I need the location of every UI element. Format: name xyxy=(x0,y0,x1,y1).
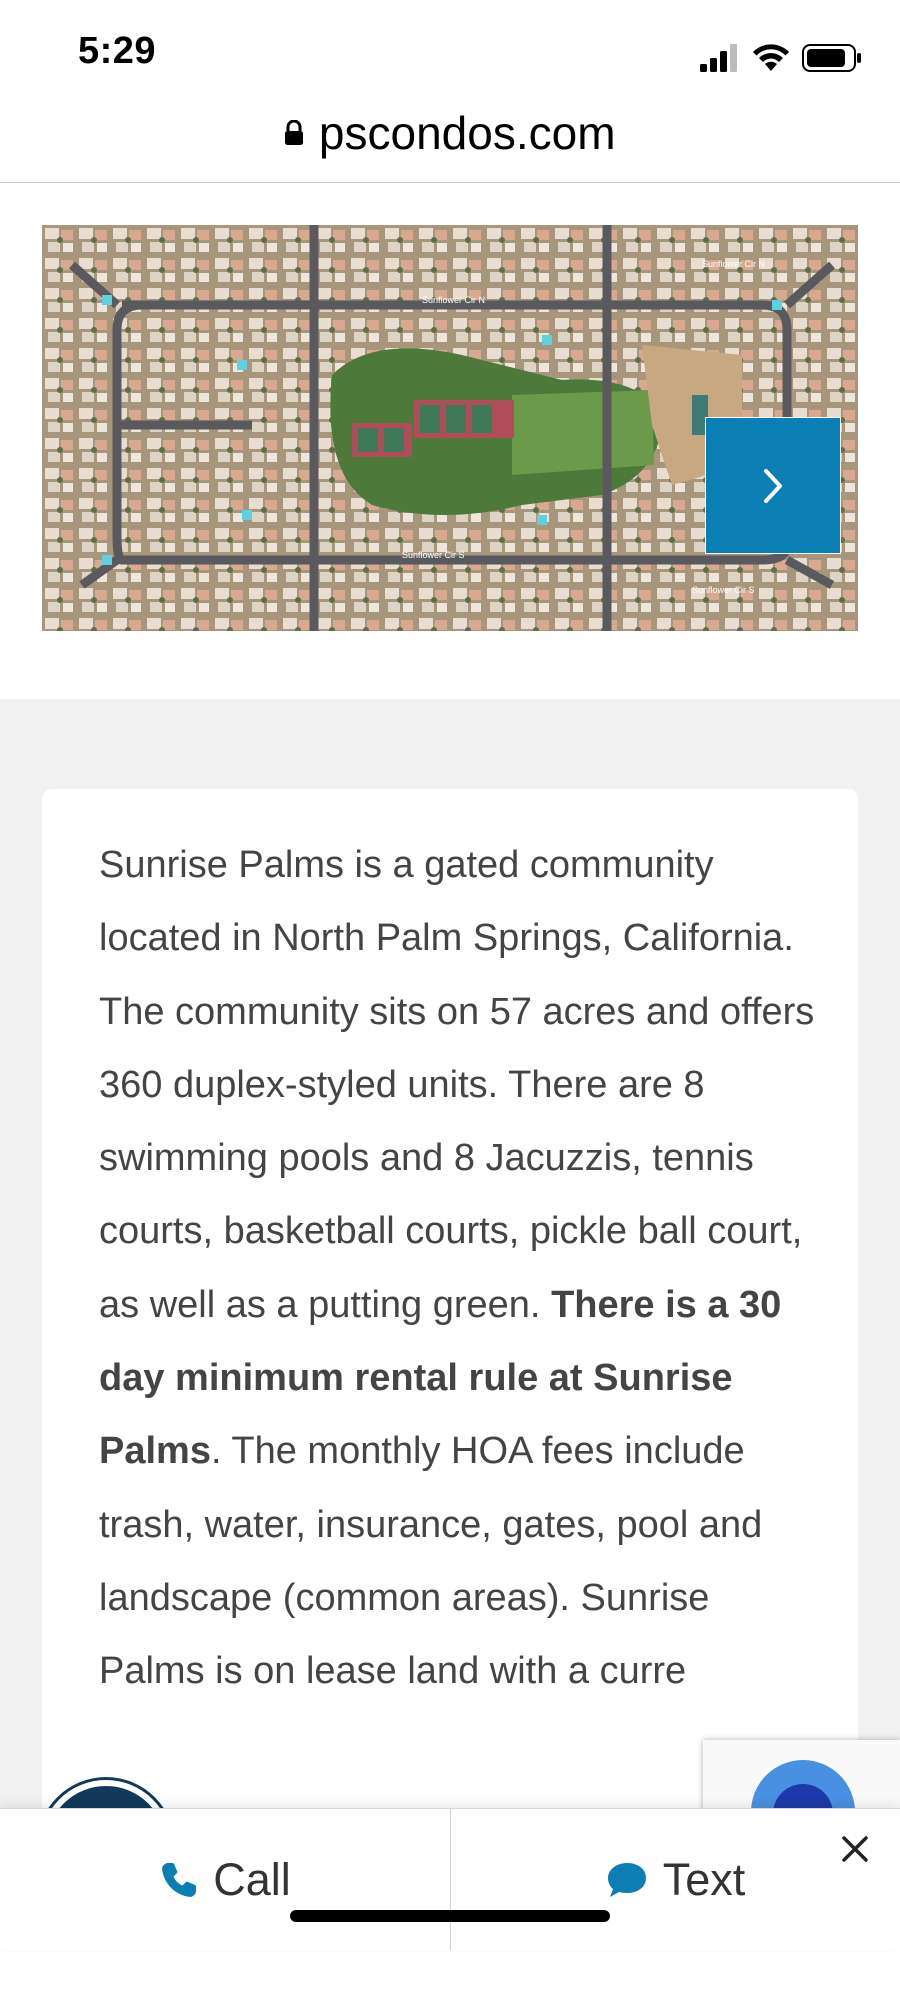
phone-icon xyxy=(162,1862,197,1897)
wifi-icon xyxy=(753,44,789,71)
home-indicator xyxy=(290,1910,610,1922)
lock-icon xyxy=(285,120,304,145)
text-button[interactable]: Text xyxy=(450,1809,900,1950)
text-button-label: Text xyxy=(662,1853,746,1905)
status-bar: 5:29 xyxy=(0,0,900,100)
browser-url-bar[interactable]: pscondos.com xyxy=(0,100,900,183)
close-icon[interactable] xyxy=(838,1832,872,1866)
status-icons xyxy=(700,38,862,78)
chevron-right-icon xyxy=(764,468,782,503)
browser-url-text: pscondos.com xyxy=(318,107,616,159)
bottom-action-bar: Call Text xyxy=(0,1808,900,1950)
description-text: Sunrise Palms is a gated community locat… xyxy=(99,829,819,1709)
gallery-section: Sunflower Cir N Sunflower Cir N Sunflowe… xyxy=(0,183,900,699)
cellular-signal-icon xyxy=(700,44,737,72)
status-time: 5:29 xyxy=(78,30,157,72)
battery-icon xyxy=(802,44,861,72)
chat-bubble-icon xyxy=(607,1862,646,1897)
description-part-1: Sunrise Palms is a gated community locat… xyxy=(99,844,815,1326)
street-label: Sunflower Cir N xyxy=(422,295,485,305)
street-label: Sunflower Cir N xyxy=(702,259,765,269)
call-button-label: Call xyxy=(213,1853,291,1905)
street-label: Sunflower Cir S xyxy=(402,550,465,560)
street-label: Sunflower Cir S xyxy=(692,585,755,595)
call-button[interactable]: Call xyxy=(0,1809,450,1950)
gallery-next-button[interactable] xyxy=(705,417,841,554)
